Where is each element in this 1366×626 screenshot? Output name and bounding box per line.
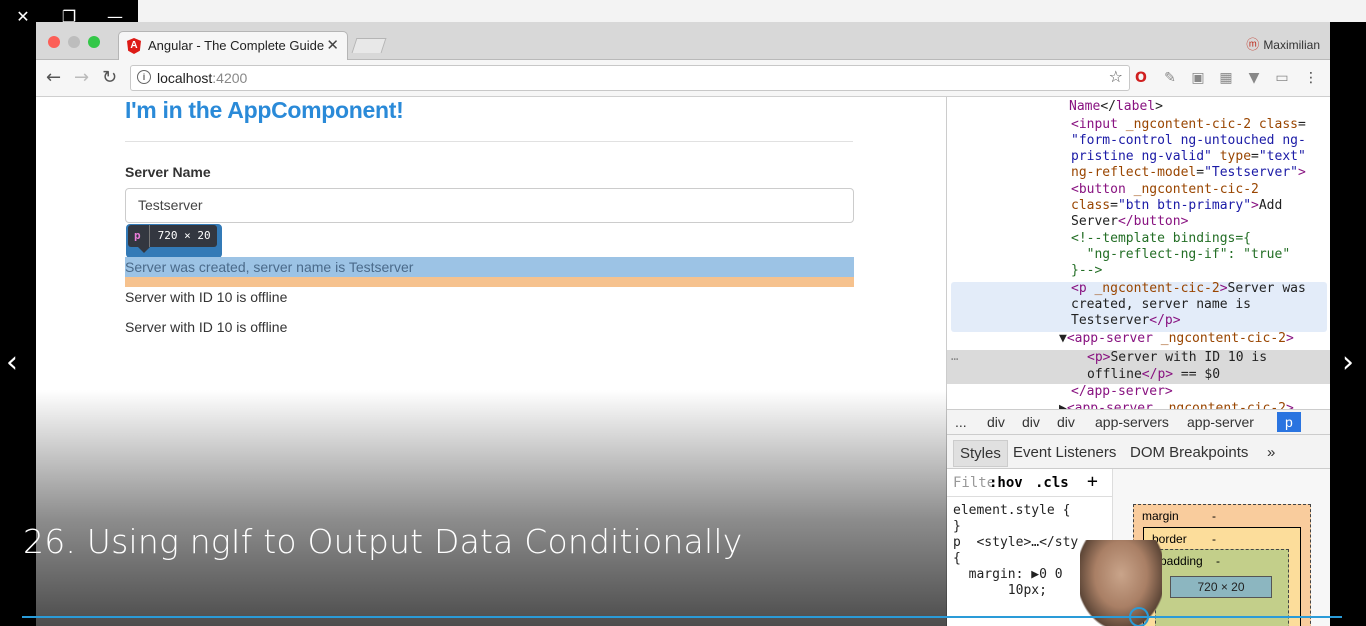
border-top-value: - (1212, 532, 1216, 546)
new-tab-button[interactable] (351, 38, 387, 53)
tooltip-size: 720 × 20 (157, 229, 211, 242)
hov-toggle[interactable]: :hov (989, 475, 1023, 491)
eyedropper-extension-icon[interactable]: ✎ (1161, 69, 1179, 87)
dom-node-line[interactable]: created, server name is (1071, 297, 1251, 313)
dom-node-line[interactable]: ▼<app-server _ngcontent-cic-2> (1059, 331, 1294, 347)
tab-close-icon[interactable]: ✕ (326, 36, 339, 54)
server-name-input[interactable]: Testserver (125, 188, 854, 223)
dom-node-line[interactable]: Server</button> (1071, 214, 1188, 230)
dom-breadcrumbs: ... div div div app-servers app-server p (947, 409, 1330, 435)
more-tabs-icon[interactable]: » (1267, 444, 1275, 461)
style-rules[interactable]: element.style { } p <style>…</sty { marg… (953, 503, 1078, 599)
dom-node-line[interactable]: pristine ng-valid" type="text" (1071, 149, 1306, 165)
styles-filter-bar: Filte :hov .cls + (947, 469, 1113, 497)
padding-label: padding (1160, 554, 1203, 568)
dom-node-line[interactable]: offline</p> == $0 (1087, 367, 1220, 383)
progress-scrubber-handle[interactable] (1128, 607, 1149, 626)
dom-node-line[interactable]: Name</label> (1069, 99, 1163, 115)
created-message: Server was created, server name is Tests… (125, 259, 414, 275)
server-name-label: Server Name (125, 164, 211, 180)
tab-title: Angular - The Complete Guide (148, 38, 325, 53)
dom-node-line[interactable]: <p _ngcontent-cic-2>Server was (1071, 281, 1306, 297)
breadcrumb-item[interactable]: div (1057, 414, 1075, 430)
lecture-title: 26. Using ngIf to Output Data Conditiona… (23, 522, 743, 561)
profile-icon: ⓜ (1246, 37, 1260, 52)
close-icon[interactable]: ✕ (12, 6, 34, 28)
heading-divider (125, 141, 853, 142)
site-info-icon[interactable]: i (137, 70, 151, 84)
tooltip-separator (148, 225, 150, 247)
dom-node-line[interactable]: <input _ngcontent-cic-2 class= (1071, 117, 1306, 133)
dom-node-line[interactable]: class="btn btn-primary">Add (1071, 198, 1282, 214)
presenter-video (1080, 540, 1162, 626)
grid-extension-icon[interactable]: ▦ (1217, 69, 1235, 87)
player-header-strip (138, 0, 1366, 22)
cls-toggle[interactable]: .cls (1035, 475, 1069, 491)
margin-label: margin (1142, 509, 1179, 523)
opera-extension-icon[interactable]: O (1132, 69, 1150, 87)
element-inspect-tooltip: p 720 × 20 (128, 225, 217, 247)
breadcrumb-item[interactable]: div (1022, 414, 1040, 430)
bookmark-star-icon[interactable]: ☆ (1109, 67, 1123, 86)
box-model-content: 720 × 20 (1170, 576, 1272, 598)
next-lecture-icon[interactable]: › (1342, 345, 1354, 380)
profile-button[interactable]: ⓜ Maximilian (1246, 34, 1320, 53)
padding-top-value: - (1216, 554, 1220, 568)
window-zoom-dot[interactable] (88, 36, 100, 48)
cast-extension-icon[interactable]: ▭ (1273, 69, 1291, 87)
browser-toolbar: ← → ↻ i localhost:4200 ☆ O ✎ ▣ ▦ ▼ ▭ ⋮ (36, 60, 1330, 97)
breadcrumb-item[interactable]: app-servers (1095, 414, 1169, 430)
jetbrains-extension-icon[interactable]: ▣ (1189, 69, 1207, 87)
elements-tree[interactable]: Name</label> <input _ngcontent-cic-2 clas… (947, 97, 1330, 409)
page-heading: I'm in the AppComponent! (125, 97, 404, 123)
server-status-1: Server with ID 10 is offline (125, 289, 288, 305)
dom-node-line[interactable]: <button _ngcontent-cic-2 (1071, 182, 1259, 198)
address-bar[interactable]: i localhost:4200 ☆ (130, 65, 1130, 91)
video-fade-overlay (36, 390, 947, 626)
dom-node-line[interactable]: "ng-reflect-ng-if": "true" (1071, 247, 1291, 263)
tab-event-listeners[interactable]: Event Listeners (1013, 444, 1116, 461)
dom-node-line[interactable]: }--> (1071, 263, 1102, 279)
tab-strip: A Angular - The Complete Guide ✕ ⓜ Maximi… (36, 22, 1330, 60)
back-arrow-icon[interactable]: ← (46, 67, 61, 88)
breadcrumb-item[interactable]: div (987, 414, 1005, 430)
devtools-subtabs: Styles Event Listeners DOM Breakpoints » (947, 435, 1330, 469)
tab-dom-breakpoints[interactable]: DOM Breakpoints (1130, 444, 1248, 461)
margin-top-value: - (1212, 509, 1216, 523)
add-rule-button[interactable]: + (1087, 471, 1098, 492)
window-minimize-dot[interactable] (68, 36, 80, 48)
reload-icon[interactable]: ↻ (102, 67, 117, 88)
dom-node-line[interactable]: <p>Server with ID 10 is (1087, 350, 1267, 366)
forward-arrow-icon[interactable]: → (74, 67, 89, 88)
window-close-dot[interactable] (48, 36, 60, 48)
dom-node-line[interactable]: ▶<app-server _ngcontent-cic-2> (1059, 401, 1294, 409)
browser-menu-icon[interactable]: ⋮ (1302, 69, 1320, 87)
angular-logo-icon: A (127, 38, 141, 54)
server-status-2: Server with ID 10 is offline (125, 319, 288, 335)
tab-angular-guide[interactable]: A Angular - The Complete Guide ✕ (118, 31, 348, 60)
tab-styles[interactable]: Styles (953, 440, 1008, 467)
dom-node-line[interactable]: "form-control ng-untouched ng- (1071, 133, 1306, 149)
node-options-icon[interactable]: ⋯ (951, 352, 958, 366)
previous-lecture-icon[interactable]: ‹ (6, 345, 18, 380)
profile-name: Maximilian (1263, 38, 1320, 52)
breadcrumb-item[interactable]: p (1277, 412, 1301, 432)
dom-node-line[interactable]: </app-server> (1071, 384, 1173, 400)
vue-extension-icon[interactable]: ▼ (1245, 69, 1263, 87)
dom-node-line[interactable]: ng-reflect-model="Testserver"> (1071, 165, 1306, 181)
inspect-highlight-margin (125, 277, 854, 287)
url-text: localhost:4200 (157, 70, 248, 86)
breadcrumb-item[interactable]: app-server (1187, 414, 1254, 430)
tooltip-tag: p (134, 229, 141, 242)
dom-node-line[interactable]: Testserver</p> (1071, 313, 1181, 329)
breadcrumb-item[interactable]: ... (955, 414, 967, 430)
dom-node-line[interactable]: <!--template bindings={ (1071, 231, 1251, 247)
